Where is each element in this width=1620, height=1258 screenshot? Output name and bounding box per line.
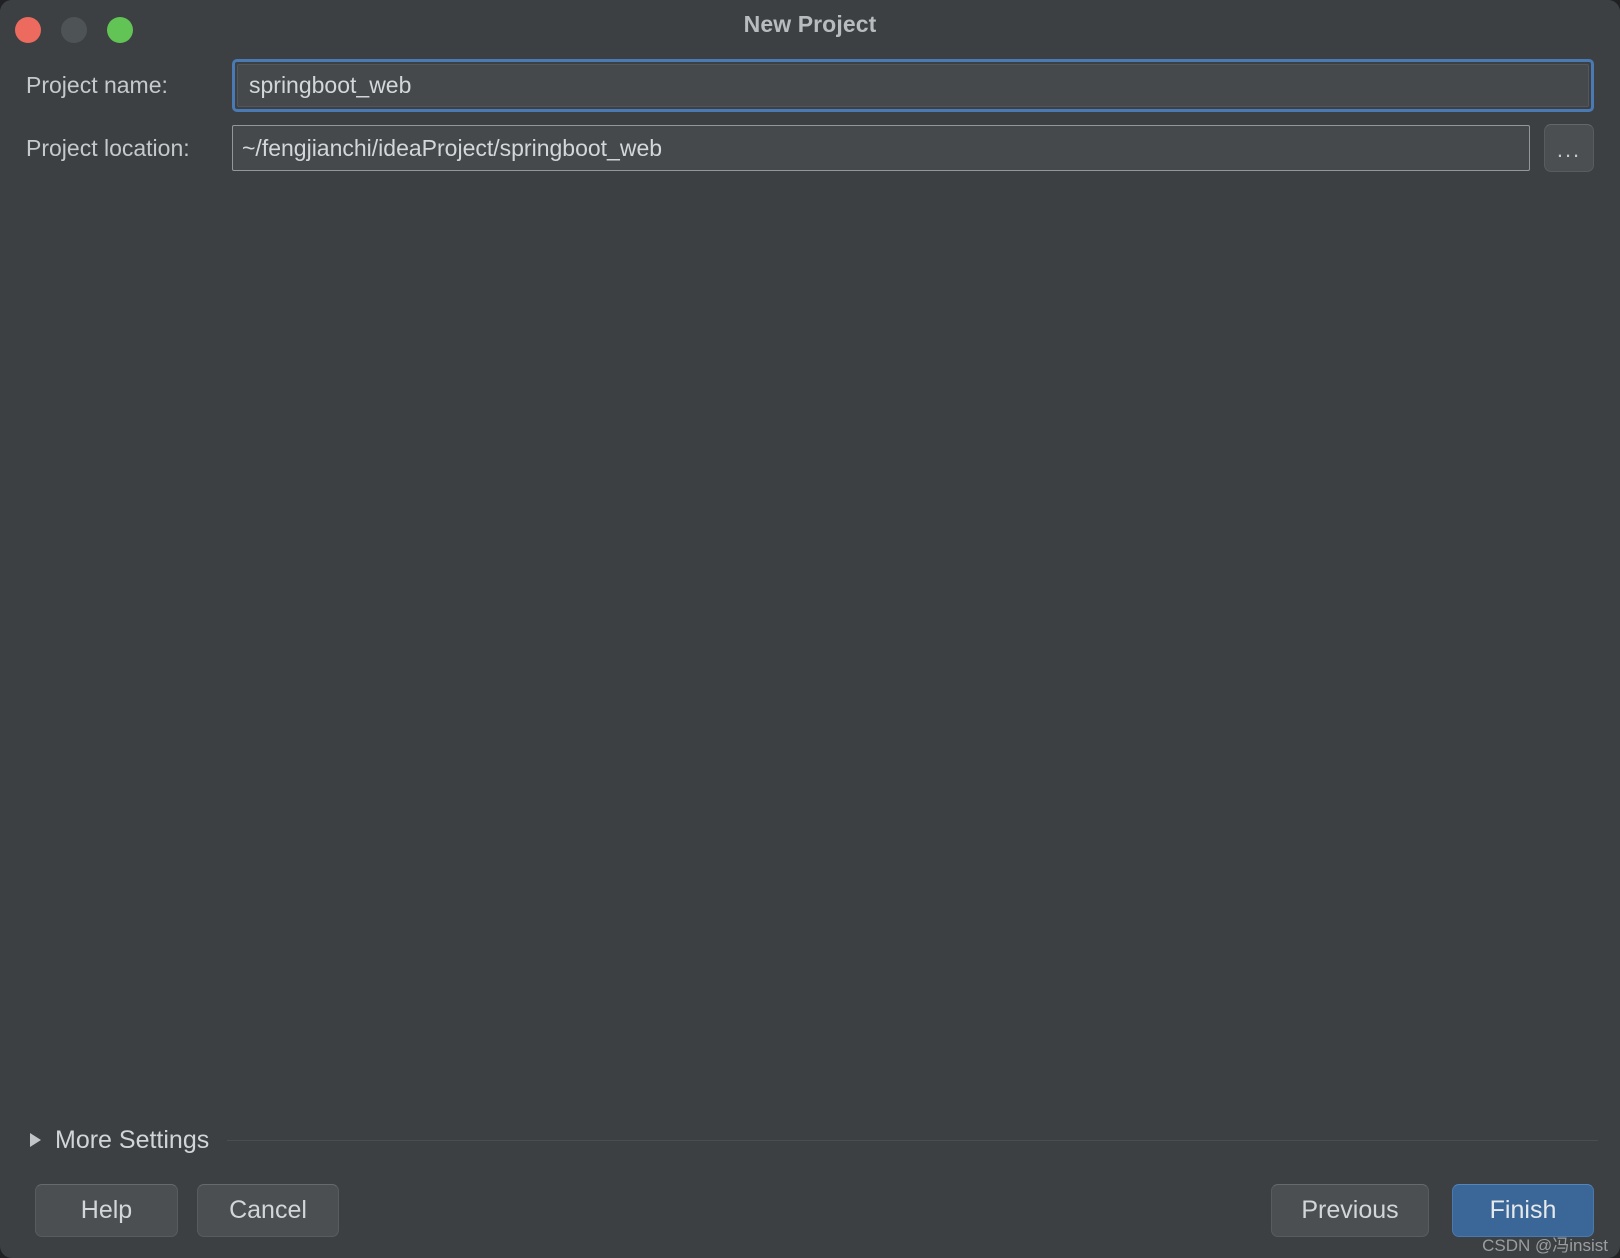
previous-button[interactable]: Previous	[1271, 1183, 1429, 1237]
dialog-footer: Help Cancel Previous Finish CSDN @冯insis…	[0, 1162, 1620, 1258]
dialog-empty-area	[0, 182, 1620, 1118]
footer-right-buttons: Previous Finish	[1271, 1183, 1594, 1237]
project-form: Project name: Project location: ...	[0, 56, 1620, 182]
more-settings-divider	[227, 1139, 1598, 1141]
project-location-input[interactable]	[232, 125, 1530, 171]
help-button[interactable]: Help	[35, 1183, 178, 1237]
footer-left-buttons: Help Cancel	[35, 1183, 339, 1237]
project-name-label: Project name:	[26, 71, 168, 98]
project-location-row: Project location: ...	[0, 114, 1620, 182]
watermark-text: CSDN @冯insist	[1482, 1236, 1608, 1255]
project-location-label: Project location:	[26, 134, 190, 161]
title-bar: New Project	[0, 0, 1620, 56]
browse-location-button[interactable]: ...	[1544, 124, 1594, 172]
more-settings-section[interactable]: More Settings	[0, 1118, 1620, 1162]
project-name-row: Project name:	[0, 56, 1620, 114]
new-project-dialog: New Project Project name: Project locati…	[0, 0, 1620, 1258]
triangle-right-icon[interactable]	[30, 1133, 41, 1147]
more-settings-label[interactable]: More Settings	[55, 1126, 209, 1155]
project-name-focus-ring	[232, 58, 1594, 112]
dialog-title: New Project	[743, 11, 877, 37]
finish-button[interactable]: Finish	[1452, 1183, 1594, 1237]
cancel-button[interactable]: Cancel	[197, 1183, 339, 1237]
project-name-input[interactable]	[237, 63, 1589, 107]
